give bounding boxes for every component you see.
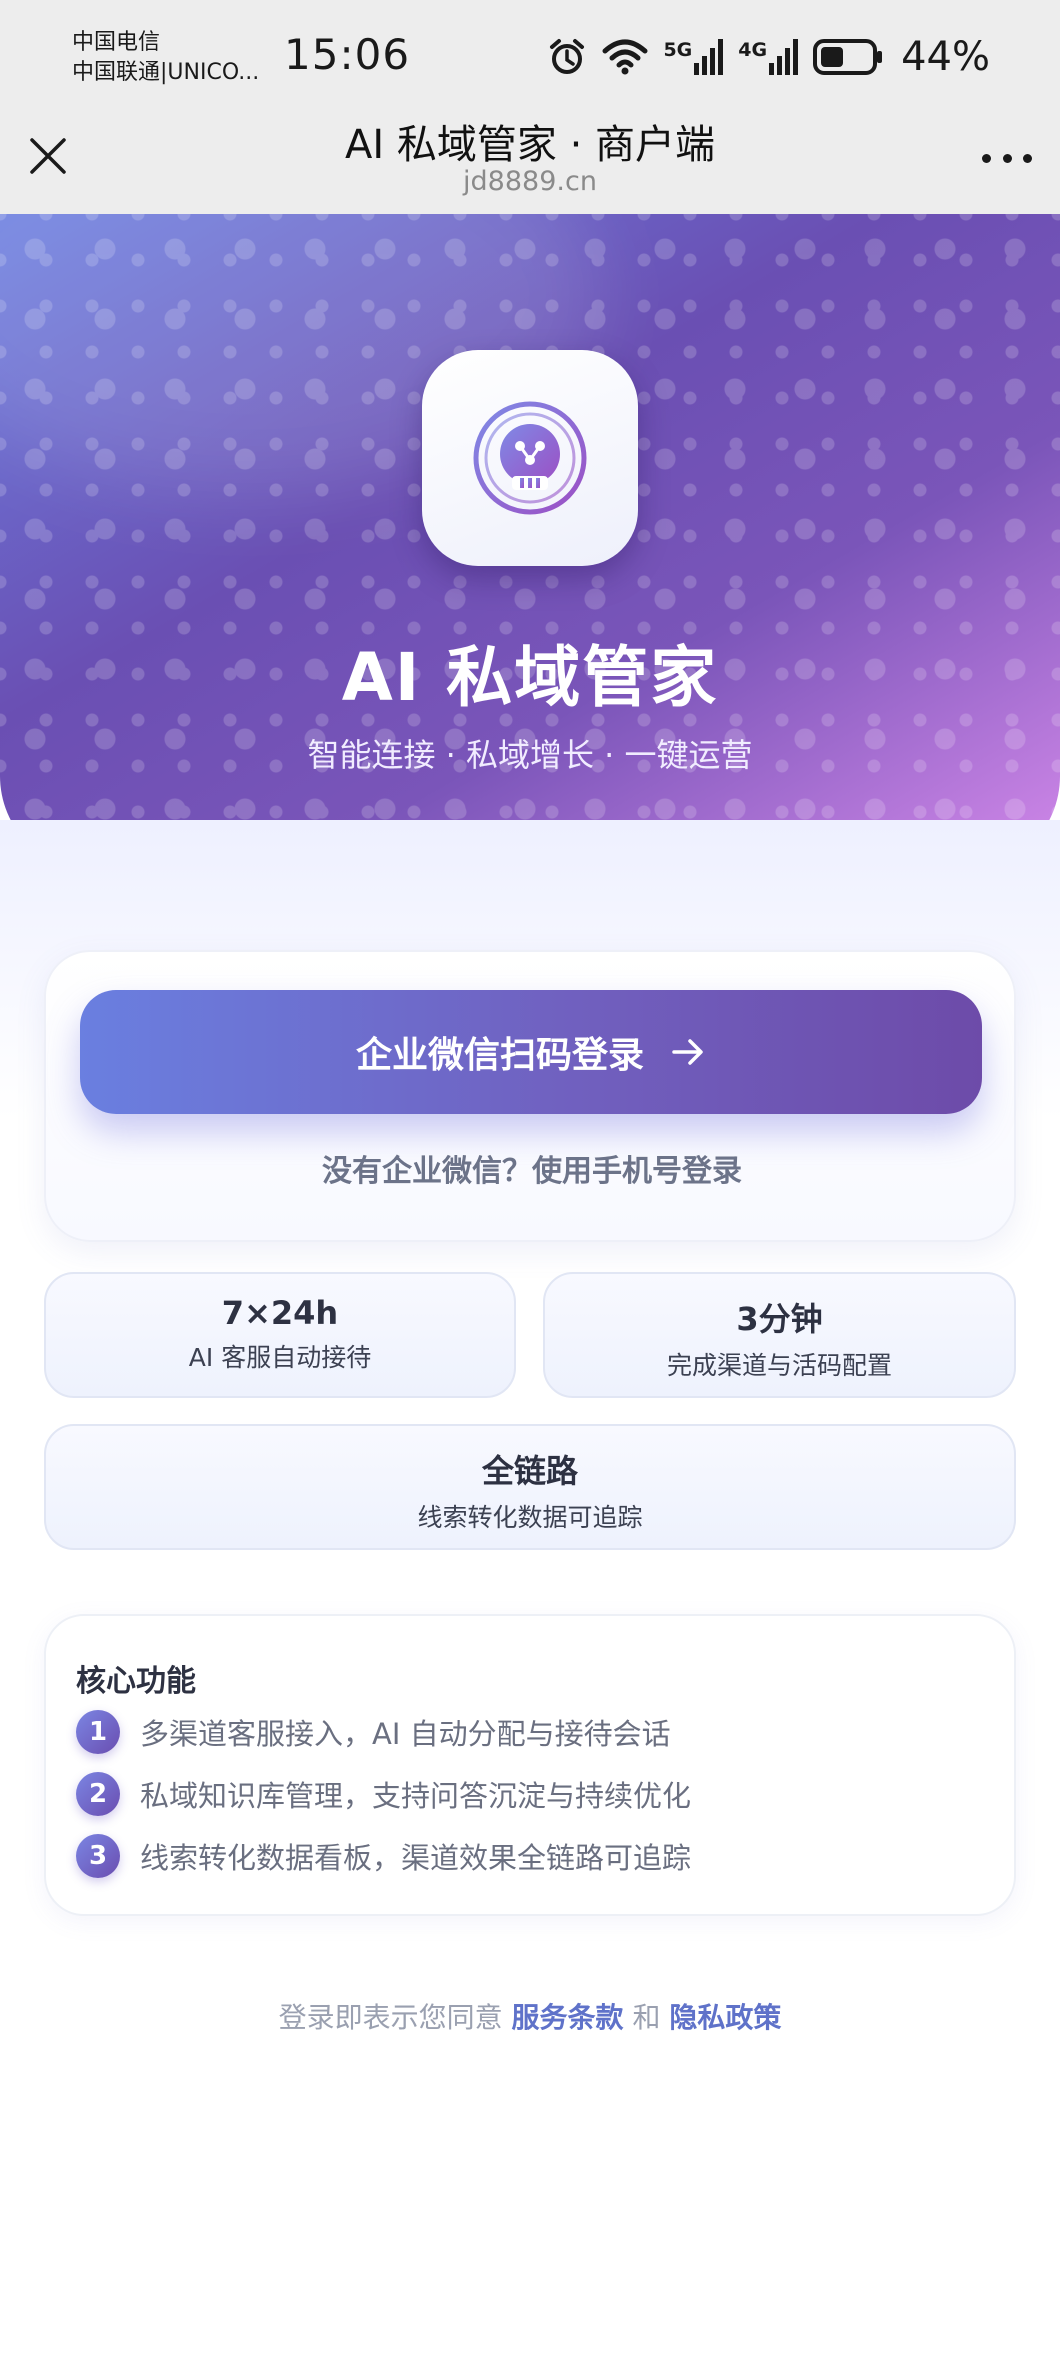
stat-label: 完成渠道与活码配置 xyxy=(666,1351,892,1380)
wifi-icon xyxy=(602,39,648,75)
feature-item: 1 多渠道客服接入，AI 自动分配与接待会话 xyxy=(76,1710,671,1754)
features-title: 核心功能 xyxy=(76,1664,196,1699)
stat-value: 7×24h xyxy=(221,1294,339,1332)
battery-percent: 44% xyxy=(901,34,990,80)
agreement-and: 和 xyxy=(632,2001,661,2034)
stat-label: 线索转化数据可追踪 xyxy=(417,1503,643,1532)
status-icons: 5G 4G 44% xyxy=(547,34,990,80)
app-logo xyxy=(422,350,638,566)
title-bar: AI 私域管家 · 商户端 jd8889.cn xyxy=(0,110,1060,214)
stat-label: AI 客服自动接待 xyxy=(188,1343,372,1372)
signal-4g-icon: 4G xyxy=(738,39,799,75)
more-icon xyxy=(982,153,991,163)
feature-number-badge: 1 xyxy=(76,1710,120,1754)
agreement-text: 登录即表示您同意 服务条款 和 隐私政策 xyxy=(0,1996,1060,2036)
stat-value: 全链路 xyxy=(481,1452,578,1490)
more-icon-dot xyxy=(1002,153,1012,163)
carrier-1: 中国电信 xyxy=(72,30,161,55)
phone-login-link[interactable]: 没有企业微信？使用手机号登录 xyxy=(46,1146,1018,1190)
stat-card-service: 7×24h AI 客服自动接待 xyxy=(44,1272,516,1398)
network-4g-label: 4G xyxy=(738,39,768,61)
feature-number-badge: 2 xyxy=(76,1772,120,1816)
feature-text: 线索转化数据看板，渠道效果全链路可追踪 xyxy=(140,1841,692,1875)
stat-card-tracking: 全链路 线索转化数据可追踪 xyxy=(44,1424,1016,1550)
page-domain: jd8889.cn xyxy=(463,166,597,197)
status-time: 15:06 xyxy=(284,30,411,79)
hero-title: AI 私域管家 xyxy=(341,639,719,716)
more-icon-dot xyxy=(1023,153,1032,163)
status-bar: 中国电信 中国联通|UNICO... 15:06 5G 4G 44% xyxy=(0,0,1060,110)
login-card: 企业微信扫码登录 没有企业微信？使用手机号登录 xyxy=(44,950,1016,1242)
battery-icon xyxy=(813,39,883,75)
agreement-prefix: 登录即表示您同意 xyxy=(278,2001,503,2034)
robot-logo-icon xyxy=(473,401,587,515)
arrow-right-icon xyxy=(672,1039,703,1065)
wecom-login-button[interactable]: 企业微信扫码登录 xyxy=(80,990,982,1114)
core-features-card: 核心功能 1 多渠道客服接入，AI 自动分配与接待会话 2 私域知识库管理，支持… xyxy=(44,1614,1016,1916)
more-button[interactable] xyxy=(982,138,1032,178)
feature-item: 3 线索转化数据看板，渠道效果全链路可追踪 xyxy=(76,1834,691,1878)
alarm-icon xyxy=(550,39,585,74)
feature-text: 多渠道客服接入，AI 自动分配与接待会话 xyxy=(140,1717,671,1751)
feature-number-badge: 3 xyxy=(76,1834,120,1878)
page-title: AI 私域管家 · 商户端 xyxy=(344,122,716,168)
privacy-link[interactable]: 隐私政策 xyxy=(669,2001,781,2034)
stat-value: 3分钟 xyxy=(736,1300,823,1338)
network-5g-label: 5G xyxy=(663,39,693,61)
terms-link[interactable]: 服务条款 xyxy=(512,2001,624,2034)
wecom-login-label: 企业微信扫码登录 xyxy=(355,1035,644,1076)
hero-subtitle: 智能连接 · 私域增长 · 一键运营 xyxy=(307,736,753,774)
signal-5g-icon: 5G xyxy=(663,39,724,75)
feature-item: 2 私域知识库管理，支持问答沉淀与持续优化 xyxy=(76,1772,691,1816)
feature-text: 私域知识库管理，支持问答沉淀与持续优化 xyxy=(140,1779,692,1813)
stat-card-setup: 3分钟 完成渠道与活码配置 xyxy=(543,1272,1016,1398)
carrier-info: 中国电信 中国联通|UNICO... xyxy=(72,28,272,88)
hero-banner: AI 私域管家 智能连接 · 私域增长 · 一键运营 xyxy=(0,214,1060,872)
carrier-2: 中国联通|UNICO... xyxy=(72,60,260,85)
